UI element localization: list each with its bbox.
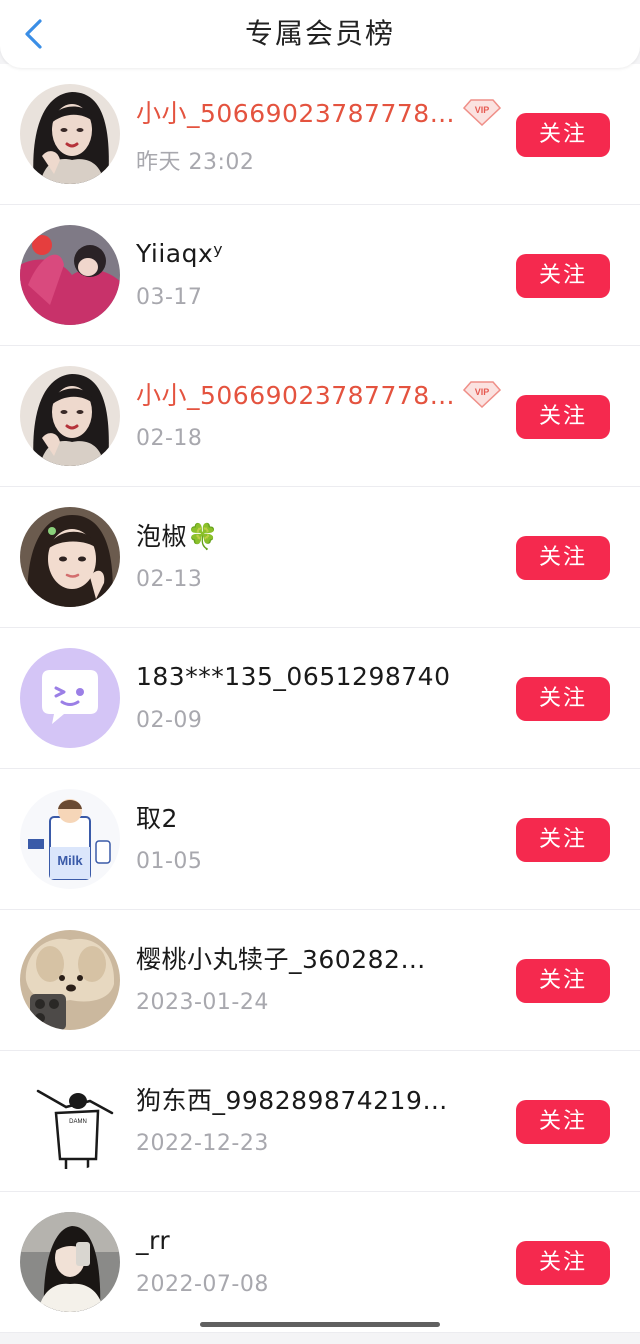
member-name[interactable]: 小小_50669023787778… (136, 376, 455, 412)
pink-hoodie-avatar (20, 225, 120, 325)
member-name-line: 183***135_0651298740 (136, 658, 451, 694)
member-name-line: 小小_50669023787778… VIP (136, 376, 502, 412)
follow-button[interactable]: 关注 (516, 959, 610, 1003)
member-date: 昨天 23:02 (136, 150, 255, 175)
follow-button[interactable]: 关注 (516, 1241, 610, 1285)
avatar[interactable]: DAMN (20, 1071, 120, 1171)
svg-text:Milk: Milk (57, 853, 83, 868)
list-item[interactable]: 小小_50669023787778… VIP 昨天 23:02 关注 (0, 64, 640, 205)
member-date: 02-13 (136, 567, 203, 592)
follow-button[interactable]: 关注 (516, 536, 610, 580)
svg-text:DAMN: DAMN (69, 1119, 87, 1125)
vip-diamond-icon: VIP (463, 99, 502, 126)
member-name-line: 取2 (136, 799, 178, 835)
avatar[interactable] (20, 648, 120, 748)
member-name-line: Yiiaqxʸ (136, 235, 223, 271)
member-name[interactable]: 樱桃小丸犊子_360282… (136, 940, 426, 976)
list-item[interactable]: _rr 2022-07-08 关注 (0, 1192, 640, 1333)
avatar[interactable] (20, 366, 120, 466)
list-item[interactable]: 泡椒🍀 02-13 关注 (0, 487, 640, 628)
svg-text:VIP: VIP (475, 387, 490, 397)
list-item[interactable]: 小小_50669023787778… VIP 02-18 关注 (0, 346, 640, 487)
avatar[interactable] (20, 930, 120, 1030)
avatar[interactable] (20, 1212, 120, 1312)
list-item[interactable]: DAMN 狗东西_998289874219… 2022-12-23 关注 (0, 1051, 640, 1192)
avatar[interactable]: Milk (20, 789, 120, 889)
woman-portrait-avatar (20, 84, 120, 184)
member-name[interactable]: 取2 (136, 799, 178, 835)
member-name[interactable]: 小小_50669023787778… (136, 94, 455, 130)
home-indicator[interactable] (200, 1322, 440, 1327)
member-name-line: 狗东西_998289874219… (136, 1081, 448, 1117)
member-name[interactable]: _rr (136, 1226, 170, 1255)
top-bar: 专属会员榜 (0, 0, 640, 68)
member-name-line: 泡椒🍀 (136, 517, 219, 553)
follow-button[interactable]: 关注 (516, 818, 610, 862)
page-title: 专属会员榜 (244, 17, 395, 50)
member-name-line: 樱桃小丸犊子_360282… (136, 940, 426, 976)
follow-button[interactable]: 关注 (516, 1100, 610, 1144)
member-date: 02-18 (136, 426, 203, 451)
member-date: 2023-01-24 (136, 990, 269, 1015)
milk-carton-cartoon-avatar: Milk (20, 789, 120, 889)
member-name-line: 小小_50669023787778… VIP (136, 94, 502, 130)
member-name[interactable]: 狗东西_998289874219… (136, 1081, 448, 1117)
svg-text:VIP: VIP (475, 105, 490, 115)
member-date: 02-09 (136, 708, 203, 733)
follow-button[interactable]: 关注 (516, 395, 610, 439)
avatar[interactable] (20, 84, 120, 184)
list-item[interactable]: 183***135_0651298740 02-09 关注 (0, 628, 640, 769)
chat-bubble-default-avatar (20, 648, 120, 748)
follow-button[interactable]: 关注 (516, 677, 610, 721)
member-date: 03-17 (136, 285, 203, 310)
list-item[interactable]: Yiiaqxʸ 03-17 关注 (0, 205, 640, 346)
member-date: 01-05 (136, 849, 203, 874)
member-name[interactable]: 泡椒🍀 (136, 517, 219, 553)
member-list: 小小_50669023787778… VIP 昨天 23:02 关注 Yiiaq… (0, 64, 640, 1333)
vip-diamond-icon: VIP (463, 381, 502, 408)
list-item[interactable]: 樱桃小丸犊子_360282… 2023-01-24 关注 (0, 910, 640, 1051)
woman-portrait-avatar (20, 366, 120, 466)
mirror-selfie-avatar (20, 1212, 120, 1312)
follow-button[interactable]: 关注 (516, 113, 610, 157)
dab-sketch-avatar: DAMN (20, 1071, 120, 1171)
member-name[interactable]: Yiiaqxʸ (136, 239, 223, 268)
dog-with-phone-avatar (20, 930, 120, 1030)
member-date: 2022-12-23 (136, 1131, 269, 1156)
follow-button[interactable]: 关注 (516, 254, 610, 298)
member-name[interactable]: 183***135_0651298740 (136, 662, 451, 691)
member-name-line: _rr (136, 1222, 170, 1258)
avatar[interactable] (20, 507, 120, 607)
avatar[interactable] (20, 225, 120, 325)
list-item[interactable]: Milk 取2 01-05 关注 (0, 769, 640, 910)
girl-selfie-avatar (20, 507, 120, 607)
member-date: 2022-07-08 (136, 1272, 269, 1297)
